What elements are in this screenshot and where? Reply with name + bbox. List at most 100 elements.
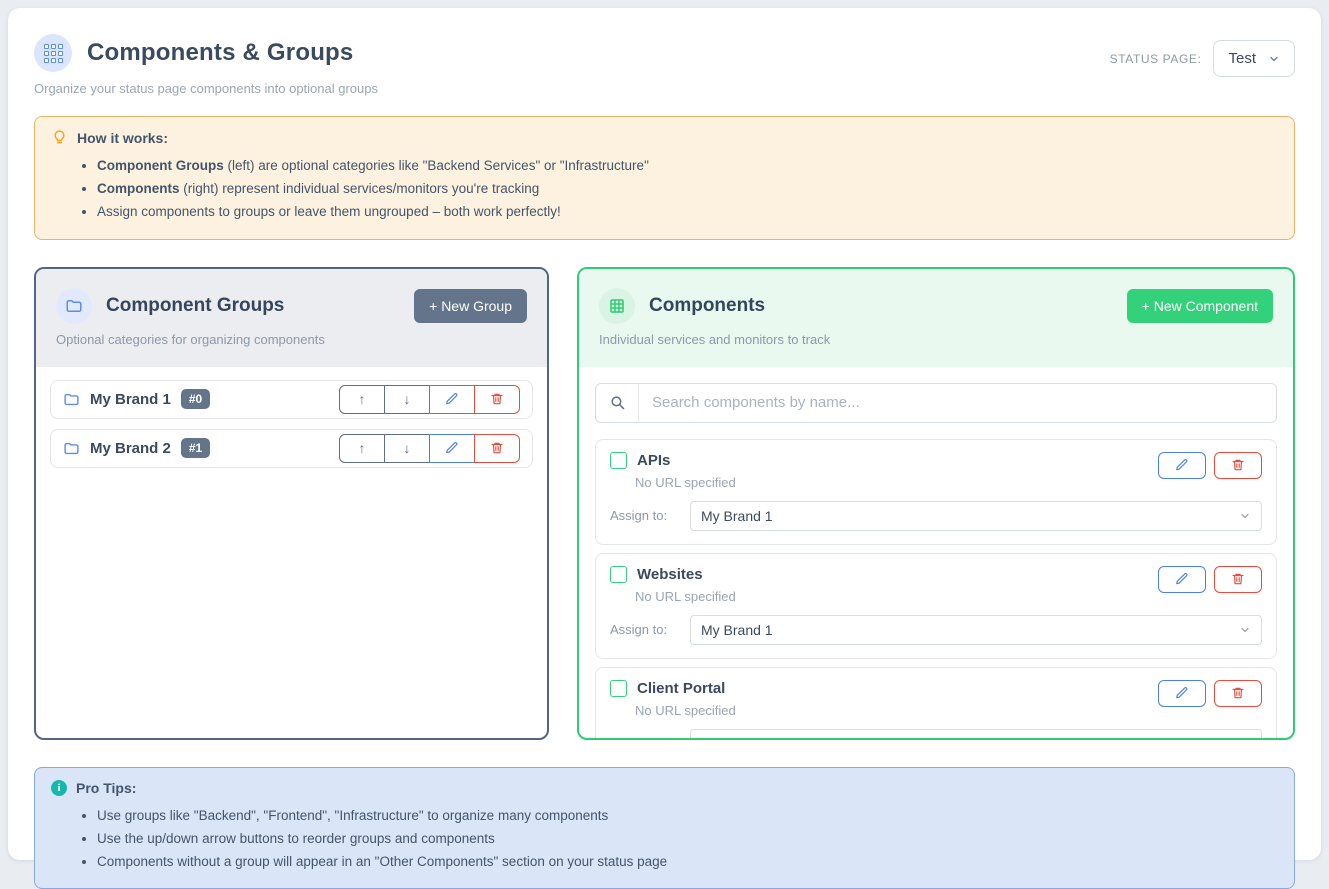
- edit-component-button[interactable]: [1158, 680, 1206, 707]
- status-page-value: Test: [1228, 50, 1256, 67]
- components-panel-header: Components + New Component Individual se…: [579, 269, 1293, 367]
- chevron-down-icon: [1239, 624, 1251, 636]
- groups-panel-header: Component Groups + New Group Optional ca…: [36, 269, 547, 367]
- move-down-button[interactable]: ↓: [384, 434, 430, 463]
- component-name: APIs: [637, 452, 670, 469]
- how-it-works-item: Component Groups (left) are optional cat…: [97, 154, 1278, 177]
- groups-panel-subtitle: Optional categories for organizing compo…: [56, 332, 527, 347]
- grid-circle: [599, 288, 635, 324]
- component-url-status: No URL specified: [635, 475, 736, 490]
- trash-icon: [1231, 572, 1245, 586]
- folder-icon: [63, 391, 80, 408]
- trash-icon: [1231, 686, 1245, 700]
- edit-component-button[interactable]: [1158, 566, 1206, 593]
- trash-icon: [490, 392, 504, 406]
- component-url-status: No URL specified: [635, 703, 736, 718]
- pro-tips-list: Use groups like "Backend", "Frontend", "…: [51, 804, 1278, 874]
- assigned-group-value: My Brand 2: [701, 736, 773, 740]
- components-panel-title: Components: [649, 295, 765, 317]
- how-it-works-item: Components (right) represent individual …: [97, 177, 1278, 200]
- components-panel: Components + New Component Individual se…: [577, 267, 1295, 740]
- pencil-icon: [1175, 458, 1189, 472]
- pencil-icon: [1175, 686, 1189, 700]
- component-name: Websites: [637, 566, 703, 583]
- move-up-button[interactable]: ↑: [339, 434, 385, 463]
- component-info: APIs No URL specified: [610, 452, 736, 490]
- component-actions: [1158, 566, 1262, 593]
- grid-icon: [608, 297, 626, 315]
- move-down-button[interactable]: ↓: [384, 385, 430, 414]
- main-card: Components & Groups Organize your status…: [8, 8, 1321, 860]
- delete-component-button[interactable]: [1214, 566, 1262, 593]
- group-order-badge: #1: [181, 438, 210, 458]
- components-body: APIs No URL specified: [579, 367, 1293, 740]
- delete-component-button[interactable]: [1214, 452, 1262, 479]
- group-actions: ↑ ↓: [339, 434, 520, 463]
- how-it-works-box: How it works: Component Groups (left) ar…: [34, 116, 1295, 240]
- status-page-selector: STATUS PAGE: Test: [1110, 40, 1295, 77]
- group-name: My Brand 1: [90, 391, 171, 408]
- component-list: APIs No URL specified: [595, 423, 1277, 740]
- new-component-button[interactable]: + New Component: [1127, 289, 1273, 323]
- component-groups-panel: Component Groups + New Group Optional ca…: [34, 267, 549, 740]
- edit-component-button[interactable]: [1158, 452, 1206, 479]
- component-info: Websites No URL specified: [610, 566, 736, 604]
- pencil-icon: [445, 441, 459, 455]
- how-it-works-item: Assign components to groups or leave the…: [97, 200, 1278, 223]
- header-left: Components & Groups Organize your status…: [34, 34, 378, 96]
- lightbulb-icon: [51, 129, 68, 146]
- page-header: Components & Groups Organize your status…: [34, 34, 1295, 96]
- assigned-group-value: My Brand 1: [701, 508, 773, 524]
- edit-group-button[interactable]: [429, 434, 475, 463]
- folder-icon: [63, 440, 80, 457]
- edit-group-button[interactable]: [429, 385, 475, 414]
- chevron-down-icon: [1268, 53, 1280, 65]
- assign-group-select[interactable]: My Brand 2: [690, 729, 1262, 740]
- group-order-badge: #0: [181, 389, 210, 409]
- component-card: APIs No URL specified: [595, 439, 1277, 545]
- pro-tips-title: Pro Tips:: [76, 780, 136, 796]
- trash-icon: [490, 441, 504, 455]
- component-actions: [1158, 452, 1262, 479]
- groups-panel-title: Component Groups: [106, 295, 284, 317]
- delete-component-button[interactable]: [1214, 680, 1262, 707]
- how-it-works-title: How it works:: [77, 130, 168, 146]
- group-name: My Brand 2: [90, 440, 171, 457]
- assign-to-label: Assign to:: [610, 622, 690, 637]
- component-actions: [1158, 680, 1262, 707]
- assign-to-label: Assign to:: [610, 736, 690, 740]
- component-checkbox[interactable]: [610, 680, 627, 697]
- trash-icon: [1231, 458, 1245, 472]
- pro-tips-item: Components without a group will appear i…: [97, 850, 1278, 873]
- component-checkbox[interactable]: [610, 452, 627, 469]
- move-up-button[interactable]: ↑: [339, 385, 385, 414]
- page-title: Components & Groups: [87, 39, 353, 67]
- new-group-button[interactable]: + New Group: [414, 289, 527, 323]
- status-page-select[interactable]: Test: [1213, 40, 1295, 77]
- group-row: My Brand 1 #0 ↑ ↓: [50, 380, 533, 419]
- chevron-down-icon: [1239, 738, 1251, 740]
- assign-to-label: Assign to:: [610, 508, 690, 523]
- component-name: Client Portal: [637, 680, 725, 697]
- panels-row: Component Groups + New Group Optional ca…: [34, 267, 1295, 740]
- search-input[interactable]: [639, 384, 1276, 422]
- folder-circle: [56, 288, 92, 324]
- info-icon: i: [51, 780, 67, 796]
- components-grid-icon: [34, 34, 72, 72]
- delete-group-button[interactable]: [474, 434, 520, 463]
- component-checkbox[interactable]: [610, 566, 627, 583]
- delete-group-button[interactable]: [474, 385, 520, 414]
- status-page-label: STATUS PAGE:: [1110, 52, 1202, 66]
- pencil-icon: [445, 392, 459, 406]
- assign-group-select[interactable]: My Brand 1: [690, 501, 1262, 531]
- assigned-group-value: My Brand 1: [701, 622, 773, 638]
- pencil-icon: [1175, 572, 1189, 586]
- chevron-down-icon: [1239, 510, 1251, 522]
- pro-tips-item: Use the up/down arrow buttons to reorder…: [97, 827, 1278, 850]
- group-row: My Brand 2 #1 ↑ ↓: [50, 429, 533, 468]
- component-card: Websites No URL specified: [595, 553, 1277, 659]
- pro-tips-box: i Pro Tips: Use groups like "Backend", "…: [34, 767, 1295, 889]
- assign-group-select[interactable]: My Brand 1: [690, 615, 1262, 645]
- component-search: [595, 383, 1277, 423]
- component-url-status: No URL specified: [635, 589, 736, 604]
